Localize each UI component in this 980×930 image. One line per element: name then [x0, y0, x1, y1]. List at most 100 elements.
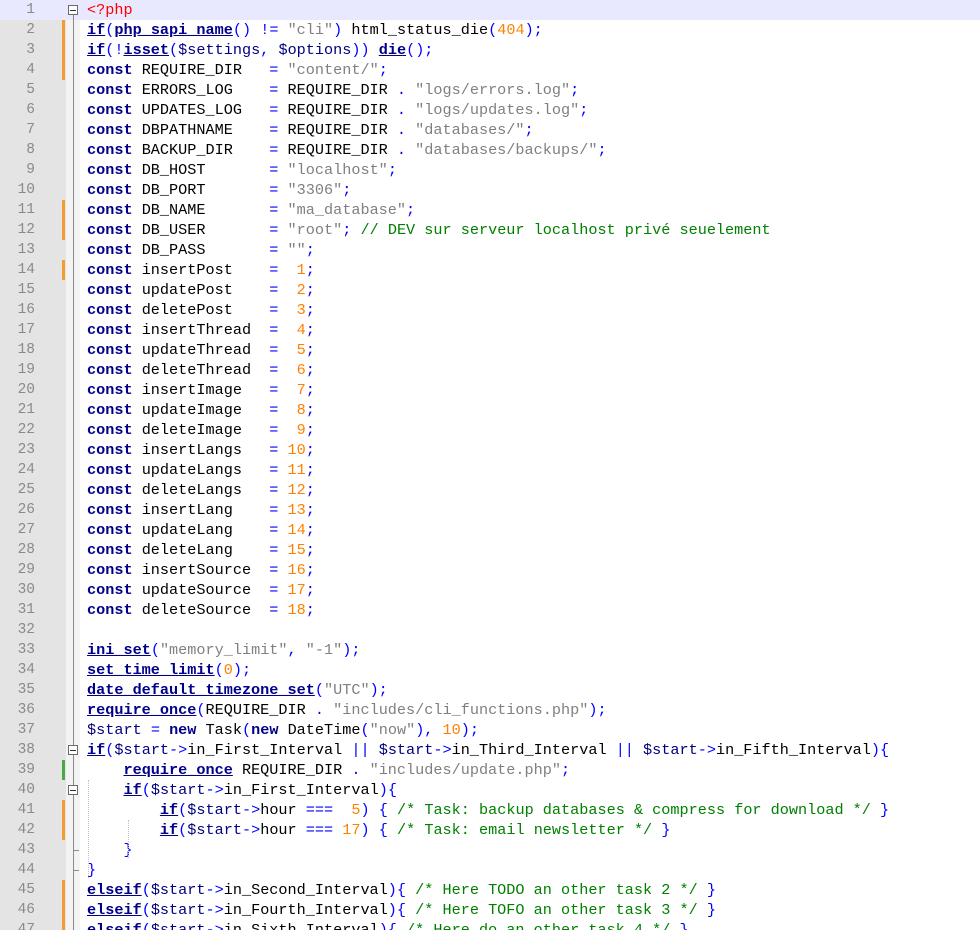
code-line[interactable]: 10 const DB_PORT = "3306"; — [0, 180, 980, 200]
code-line[interactable]: 13 const DB_PASS = ""; — [0, 240, 980, 260]
token-plain: hour — [260, 801, 306, 819]
code-line[interactable]: 47 elseif($start->in_Sixth_Interval){ /* … — [0, 920, 980, 930]
code-text[interactable]: const REQUIRE_DIR = "content/"; — [87, 60, 388, 80]
code-text[interactable]: <?php — [87, 0, 133, 20]
code-line[interactable]: 41 if($start->hour === 5) { /* Task: bac… — [0, 800, 980, 820]
code-line[interactable]: 26 const insertLang = 13; — [0, 500, 980, 520]
code-text[interactable]: const updateSource = 17; — [87, 580, 315, 600]
code-line[interactable]: 29 const insertSource = 16; — [0, 560, 980, 580]
code-text[interactable]: const UPDATES_LOG = REQUIRE_DIR . "logs/… — [87, 100, 588, 120]
code-text[interactable]: $start = new Task(new DateTime("now"), 1… — [87, 720, 479, 740]
code-text[interactable]: const insertImage = 7; — [87, 380, 315, 400]
code-line[interactable]: 21 const updateImage = 8; — [0, 400, 980, 420]
code-line[interactable]: 17 const insertThread = 4; — [0, 320, 980, 340]
code-text[interactable]: if($start->hour === 5) { /* Task: backup… — [87, 800, 889, 820]
fold-toggle-icon[interactable] — [68, 745, 78, 755]
code-text[interactable]: const insertThread = 4; — [87, 320, 315, 340]
code-text[interactable]: const updateThread = 5; — [87, 340, 315, 360]
code-text[interactable]: const updateImage = 8; — [87, 400, 315, 420]
code-text[interactable]: if($start->in_First_Interval || $start->… — [87, 740, 889, 760]
code-line[interactable]: 24 const updateLangs = 11; — [0, 460, 980, 480]
code-line[interactable]: 1 <?php — [0, 0, 980, 20]
code-line[interactable]: 36 require_once(REQUIRE_DIR . "includes/c… — [0, 700, 980, 720]
code-text[interactable]: date_default_timezone_set("UTC"); — [87, 680, 388, 700]
code-text[interactable]: const deleteSource = 18; — [87, 600, 315, 620]
code-line[interactable]: 31 const deleteSource = 18; — [0, 600, 980, 620]
code-text[interactable]: elseif($start->in_Fourth_Interval){ /* H… — [87, 900, 716, 920]
code-line[interactable]: 33 ini_set("memory_limit", "-1"); — [0, 640, 980, 660]
code-line[interactable]: 15 const updatePost = 2; — [0, 280, 980, 300]
code-line[interactable]: 40 if($start->in_First_Interval){ — [0, 780, 980, 800]
code-text[interactable]: if(php_sapi_name() != "cli") html_status… — [87, 20, 543, 40]
code-line[interactable]: 27 const updateLang = 14; — [0, 520, 980, 540]
code-line[interactable]: 39 require_once REQUIRE_DIR . "includes/… — [0, 760, 980, 780]
code-line[interactable]: 7 const DBPATHNAME = REQUIRE_DIR . "datab… — [0, 120, 980, 140]
code-text[interactable]: const insertLangs = 10; — [87, 440, 315, 460]
code-line[interactable]: 34 set_time_limit(0); — [0, 660, 980, 680]
code-text[interactable]: elseif($start->in_Sixth_Interval){ /* He… — [87, 920, 689, 930]
code-line[interactable]: 22 const deleteImage = 9; — [0, 420, 980, 440]
code-line[interactable]: 20 const insertImage = 7; — [0, 380, 980, 400]
code-text[interactable]: if($start->in_First_Interval){ — [87, 780, 396, 800]
code-line[interactable]: 42 if($start->hour === 17) { /* Task: em… — [0, 820, 980, 840]
code-line[interactable]: 18 const updateThread = 5; — [0, 340, 980, 360]
code-line[interactable]: 44} — [0, 860, 980, 880]
code-line[interactable]: 2 if(php_sapi_name() != "cli") html_statu… — [0, 20, 980, 40]
code-line[interactable]: 30 const updateSource = 17; — [0, 580, 980, 600]
code-line[interactable]: 35 date_default_timezone_set("UTC"); — [0, 680, 980, 700]
code-text[interactable]: require_once(REQUIRE_DIR . "includes/cli… — [87, 700, 607, 720]
code-line[interactable]: 38 if($start->in_First_Interval || $start… — [0, 740, 980, 760]
code-text[interactable]: if(!isset($settings, $options)) die(); — [87, 40, 433, 60]
code-line[interactable]: 14 const insertPost = 1; — [0, 260, 980, 280]
code-text[interactable]: const deleteLang = 15; — [87, 540, 315, 560]
code-line[interactable]: 43 } — [0, 840, 980, 860]
code-text[interactable]: const DB_NAME = "ma_database"; — [87, 200, 415, 220]
code-text[interactable]: const DBPATHNAME = REQUIRE_DIR . "databa… — [87, 120, 534, 140]
code-text[interactable]: const deletePost = 3; — [87, 300, 315, 320]
code-line[interactable]: 6 const UPDATES_LOG = REQUIRE_DIR . "logs… — [0, 100, 980, 120]
code-text[interactable]: const ERRORS_LOG = REQUIRE_DIR . "logs/e… — [87, 80, 579, 100]
code-text[interactable]: const insertLang = 13; — [87, 500, 315, 520]
code-text[interactable]: const deleteThread = 6; — [87, 360, 315, 380]
code-line[interactable]: 46 elseif($start->in_Fourth_Interval){ /*… — [0, 900, 980, 920]
code-text[interactable]: const DB_PORT = "3306"; — [87, 180, 351, 200]
code-line[interactable]: 16 const deletePost = 3; — [0, 300, 980, 320]
code-editor[interactable]: 1 <?php 2 if(php_sapi_name() != "cli") html… — [0, 0, 980, 930]
code-text[interactable]: const DB_HOST = "localhost"; — [87, 160, 397, 180]
code-line[interactable]: 9 const DB_HOST = "localhost"; — [0, 160, 980, 180]
code-text[interactable]: const BACKUP_DIR = REQUIRE_DIR . "databa… — [87, 140, 607, 160]
code-line[interactable]: 8 const BACKUP_DIR = REQUIRE_DIR . "datab… — [0, 140, 980, 160]
code-text[interactable]: const updateLangs = 11; — [87, 460, 315, 480]
code-line[interactable]: 12 const DB_USER = "root"; // DEV sur ser… — [0, 220, 980, 240]
code-line[interactable]: 45 elseif($start->in_Second_Interval){ /*… — [0, 880, 980, 900]
code-text[interactable]: } — [87, 840, 132, 860]
code-text[interactable]: require_once REQUIRE_DIR . "includes/upd… — [87, 760, 570, 780]
code-text[interactable]: const updatePost = 2; — [87, 280, 315, 300]
token-operator: ; — [570, 81, 580, 99]
code-line[interactable]: 4 const REQUIRE_DIR = "content/"; — [0, 60, 980, 80]
code-text[interactable]: const deleteImage = 9; — [87, 420, 315, 440]
fold-toggle-icon[interactable] — [68, 5, 78, 15]
code-text[interactable]: const DB_PASS = ""; — [87, 240, 315, 260]
fold-toggle-icon[interactable] — [68, 785, 78, 795]
code-text[interactable]: const insertSource = 16; — [87, 560, 315, 580]
code-line[interactable]: 19 const deleteThread = 6; — [0, 360, 980, 380]
code-text[interactable]: ini_set("memory_limit", "-1"); — [87, 640, 361, 660]
code-text[interactable]: const updateLang = 14; — [87, 520, 315, 540]
code-text[interactable]: const deleteLangs = 12; — [87, 480, 315, 500]
token-keyword: new — [169, 721, 197, 739]
code-line[interactable]: 32 — [0, 620, 980, 640]
code-line[interactable]: 37 $start = new Task(new DateTime("now"),… — [0, 720, 980, 740]
code-text[interactable]: const insertPost = 1; — [87, 260, 315, 280]
code-text[interactable]: if($start->hour === 17) { /* Task: email… — [87, 820, 671, 840]
code-line[interactable]: 25 const deleteLangs = 12; — [0, 480, 980, 500]
code-line[interactable]: 5 const ERRORS_LOG = REQUIRE_DIR . "logs/… — [0, 80, 980, 100]
code-text[interactable]: const DB_USER = "root"; // DEV sur serve… — [87, 220, 771, 240]
code-line[interactable]: 11 const DB_NAME = "ma_database"; — [0, 200, 980, 220]
code-text[interactable]: set_time_limit(0); — [87, 660, 251, 680]
code-line[interactable]: 23 const insertLangs = 10; — [0, 440, 980, 460]
code-line[interactable]: 28 const deleteLang = 15; — [0, 540, 980, 560]
code-text[interactable]: elseif($start->in_Second_Interval){ /* H… — [87, 880, 716, 900]
code-line[interactable]: 3 if(!isset($settings, $options)) die(); — [0, 40, 980, 60]
